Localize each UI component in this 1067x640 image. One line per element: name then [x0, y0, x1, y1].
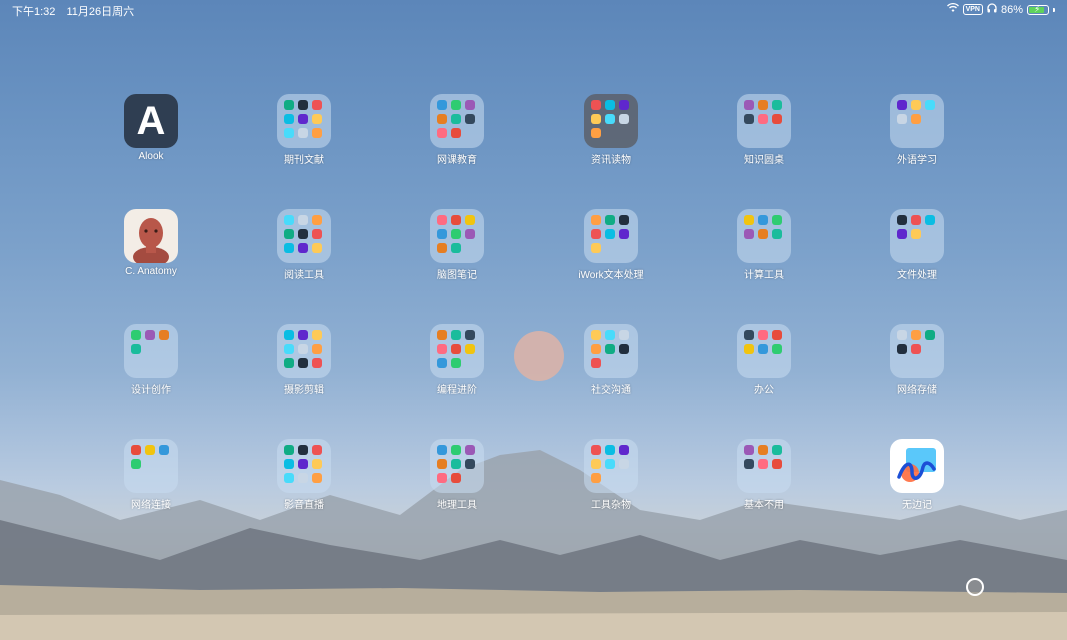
folder-icon	[277, 94, 331, 148]
folder-7[interactable]: 阅读工具	[249, 209, 359, 289]
folder-icon	[124, 324, 178, 378]
app-label: 设计创作	[131, 385, 171, 396]
app-label: 基本不用	[744, 500, 784, 511]
folder-17[interactable]: 网络存储	[862, 324, 972, 404]
app-label: 脑图笔记	[437, 270, 477, 281]
folder-2[interactable]: 网课教育	[402, 94, 512, 174]
app-label: 期刊文献	[284, 155, 324, 166]
folder-icon	[737, 439, 791, 493]
battery-icon: ⚡	[1027, 4, 1049, 15]
folder-8[interactable]: 脑图笔记	[402, 209, 512, 289]
folder-16[interactable]: 办公	[709, 324, 819, 404]
assistive-touch-button[interactable]	[966, 578, 984, 596]
app-label: 影音直播	[284, 500, 324, 511]
folder-19[interactable]: 影音直播	[249, 439, 359, 519]
folder-5[interactable]: 外语学习	[862, 94, 972, 174]
app-label: 网课教育	[437, 155, 477, 166]
folder-icon	[737, 324, 791, 378]
folder-21[interactable]: 工具杂物	[556, 439, 666, 519]
folder-13[interactable]: 摄影剪辑	[249, 324, 359, 404]
folder-15[interactable]: 社交沟通	[556, 324, 666, 404]
app-label: 工具杂物	[591, 500, 631, 511]
folder-icon	[430, 324, 484, 378]
folder-18[interactable]: 网络连接	[96, 439, 206, 519]
battery-percent: 86%	[1000, 3, 1023, 16]
folder-1[interactable]: 期刊文献	[249, 94, 359, 174]
app-label: 编程进阶	[437, 385, 477, 396]
folder-11[interactable]: 文件处理	[862, 209, 972, 289]
folder-icon	[277, 324, 331, 378]
home-screen: 下午1:32 11月26日周六 VPN 86% ⚡ A Alook 期刊文献 网课教育…	[0, 0, 1067, 640]
folder-icon	[890, 209, 944, 263]
app-label: 文件处理	[897, 270, 937, 281]
time: 下午1:32	[12, 6, 56, 18]
app-label: iWork文本处理	[578, 270, 644, 281]
app-label: 知识圆桌	[744, 155, 784, 166]
folder-4[interactable]: 知识圆桌	[709, 94, 819, 174]
folder-9[interactable]: iWork文本处理	[556, 209, 666, 289]
app-label: 地理工具	[437, 500, 477, 511]
app-label: 资讯读物	[591, 155, 631, 166]
folder-icon	[890, 324, 944, 378]
folder-icon	[584, 94, 638, 148]
folder-icon	[430, 94, 484, 148]
app-label: 网络存储	[897, 385, 937, 396]
folder-20[interactable]: 地理工具	[402, 439, 512, 519]
folder-14[interactable]: 编程进阶	[402, 324, 512, 404]
folder-icon	[277, 439, 331, 493]
folder-icon	[584, 439, 638, 493]
date: 11月26日周六	[66, 6, 135, 18]
app-label: 阅读工具	[284, 270, 324, 281]
folder-12[interactable]: 设计创作	[96, 324, 206, 404]
app-0[interactable]: A Alook	[96, 94, 206, 174]
app-label: 计算工具	[744, 270, 784, 281]
folder-icon	[277, 209, 331, 263]
folder-icon	[584, 324, 638, 378]
folder-22[interactable]: 基本不用	[709, 439, 819, 519]
wifi-icon	[946, 3, 959, 16]
alook-icon: A	[124, 94, 178, 148]
folder-icon	[124, 439, 178, 493]
app-label: 无边记	[902, 500, 932, 511]
app-label: Alook	[138, 151, 164, 162]
status-bar: 下午1:32 11月26日周六 VPN 86% ⚡	[0, 0, 1067, 20]
folder-icon	[430, 439, 484, 493]
app-label: 网络连接	[131, 500, 171, 511]
app-label: C. Anatomy	[125, 266, 177, 277]
headphones-icon	[987, 3, 997, 16]
vpn-badge: VPN	[962, 4, 983, 15]
folder-icon	[737, 209, 791, 263]
anatomy-icon	[124, 209, 178, 263]
freeform-icon	[890, 439, 944, 493]
app-label: 外语学习	[897, 155, 937, 166]
app-label: 社交沟通	[591, 385, 631, 396]
app-23[interactable]: 无边记	[862, 439, 972, 519]
app-6[interactable]: C. Anatomy	[96, 209, 206, 289]
folder-icon	[584, 209, 638, 263]
folder-icon	[737, 94, 791, 148]
alook-glyph: A	[136, 99, 166, 143]
folder-icon	[430, 209, 484, 263]
app-label: 摄影剪辑	[284, 385, 324, 396]
folder-3[interactable]: 资讯读物	[556, 94, 666, 174]
folder-10[interactable]: 计算工具	[709, 209, 819, 289]
app-label: 办公	[754, 385, 774, 396]
folder-icon	[890, 94, 944, 148]
